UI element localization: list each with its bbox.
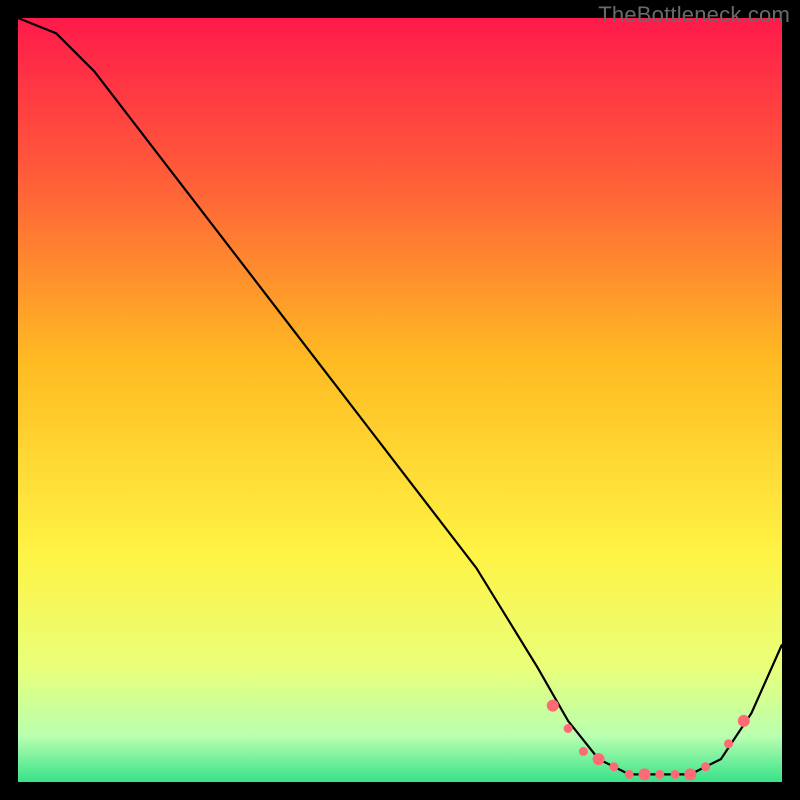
highlight-dot (625, 770, 634, 779)
highlight-dot (564, 724, 573, 733)
highlight-dot (639, 768, 651, 780)
highlight-dot (579, 747, 588, 756)
curve-layer (18, 18, 782, 782)
highlight-dot (671, 770, 680, 779)
highlight-dot (738, 715, 750, 727)
highlight-dot (701, 762, 710, 771)
watermark-text: TheBottleneck.com (598, 2, 790, 28)
highlight-dot (547, 700, 559, 712)
highlight-dot (724, 739, 733, 748)
bottleneck-curve (18, 18, 782, 774)
chart-frame: TheBottleneck.com (0, 0, 800, 800)
highlight-dot (655, 770, 664, 779)
highlight-dot (609, 762, 618, 771)
highlight-dot (593, 753, 605, 765)
highlight-dot (684, 768, 696, 780)
highlight-dots-group (547, 700, 750, 781)
